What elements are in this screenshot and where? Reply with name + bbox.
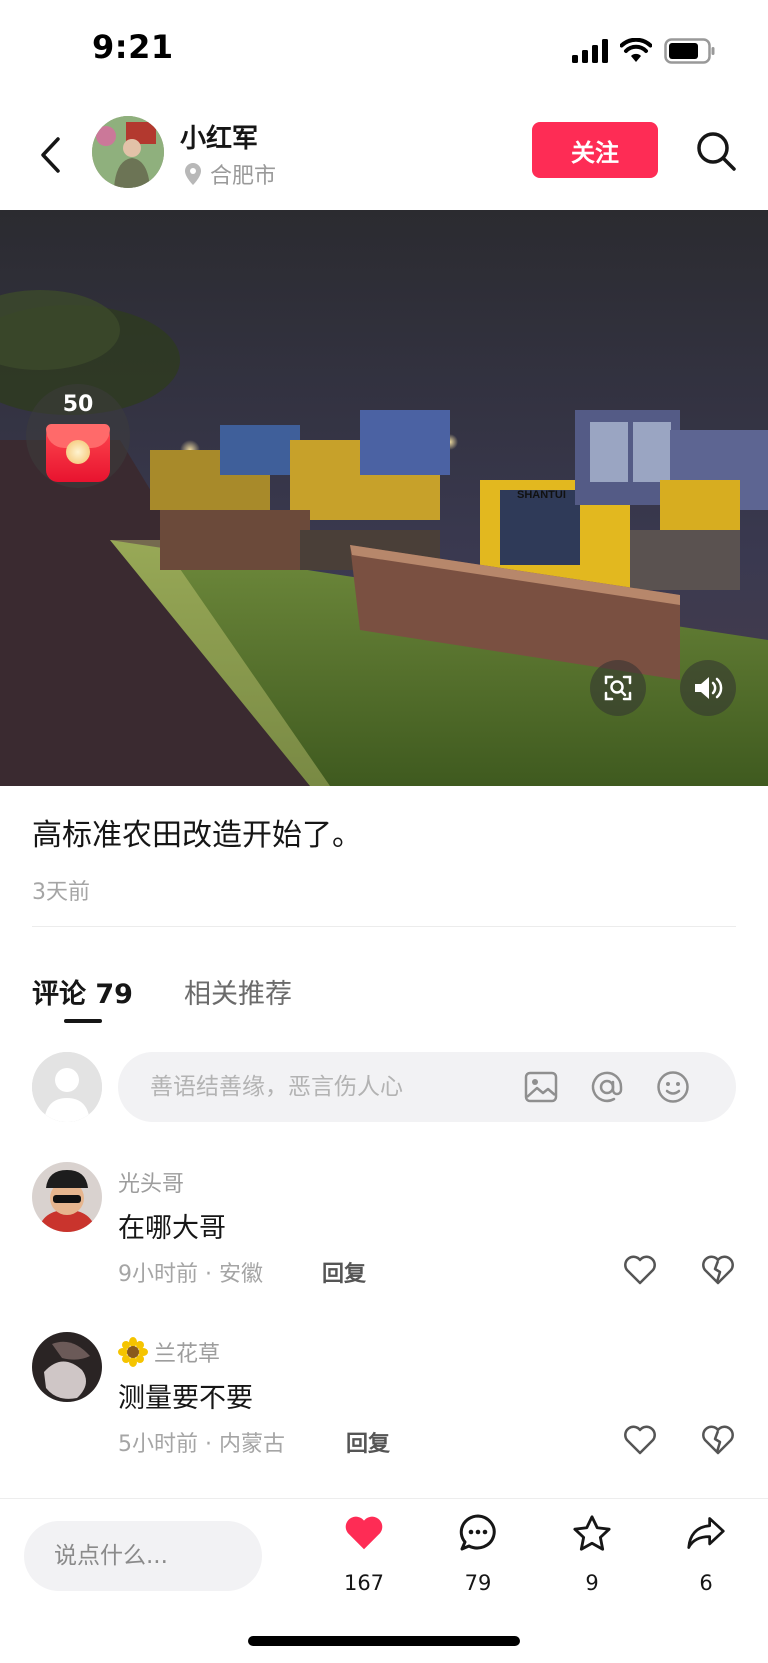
comment-count: 79 bbox=[464, 1571, 492, 1595]
red-packet-icon bbox=[46, 424, 110, 482]
author-name[interactable]: 小红军 bbox=[180, 118, 258, 155]
favorite-button[interactable]: 9 bbox=[552, 1513, 632, 1623]
comment-item: 光头哥 在哪大哥 9小时前 · 安徽 回复 bbox=[0, 1162, 768, 1312]
follow-button[interactable]: 关注 bbox=[532, 122, 658, 178]
divider bbox=[32, 926, 736, 927]
reply-button[interactable]: 回复 bbox=[322, 1256, 366, 1288]
emoji-icon bbox=[657, 1071, 689, 1103]
status-time: 9:21 bbox=[92, 28, 174, 66]
comment-item: 兰花草 测量要不要 5小时前 · 内蒙古 回复 bbox=[0, 1332, 768, 1482]
comment-like-button[interactable] bbox=[620, 1420, 660, 1460]
cellular-signal-icon bbox=[572, 39, 608, 63]
broken-heart-icon bbox=[702, 1255, 734, 1285]
comment-dislike-button[interactable] bbox=[698, 1420, 738, 1460]
say-something-input[interactable] bbox=[24, 1521, 262, 1591]
back-button[interactable] bbox=[30, 130, 70, 180]
tab-comments[interactable]: 评论 79 bbox=[32, 972, 133, 1011]
post-header: 小红军 合肥市 关注 bbox=[0, 100, 768, 210]
red-packet-button[interactable]: 50 bbox=[26, 384, 130, 488]
comment-input-box[interactable] bbox=[118, 1052, 736, 1122]
tab-active-indicator bbox=[64, 1019, 102, 1023]
volume-button[interactable] bbox=[680, 660, 736, 716]
comment-dislike-button[interactable] bbox=[698, 1250, 738, 1290]
image-icon bbox=[524, 1071, 558, 1103]
share-icon bbox=[687, 1517, 725, 1549]
broken-heart-icon bbox=[702, 1425, 734, 1455]
heart-icon bbox=[624, 1255, 656, 1285]
heart-icon bbox=[345, 1516, 383, 1550]
star-icon bbox=[573, 1515, 611, 1551]
status-bar: 9:21 bbox=[0, 0, 768, 100]
share-count: 6 bbox=[699, 1571, 713, 1595]
author-location: 合肥市 bbox=[184, 158, 276, 190]
svg-text:SHANTUI: SHANTUI bbox=[517, 489, 566, 501]
bulldozers-night-photo: SHANTUI bbox=[0, 210, 768, 786]
share-button[interactable]: 6 bbox=[666, 1513, 746, 1623]
insert-image-button[interactable] bbox=[522, 1068, 560, 1106]
comment-meta: 9小时前 · 安徽 bbox=[118, 1262, 263, 1287]
wifi-icon bbox=[620, 38, 652, 62]
battery-icon bbox=[664, 38, 715, 64]
commenter-name[interactable]: 光头哥 bbox=[118, 1166, 184, 1198]
emoji-button[interactable] bbox=[654, 1068, 692, 1106]
scan-icon bbox=[604, 675, 632, 701]
home-indicator[interactable] bbox=[248, 1636, 520, 1646]
comment-button[interactable]: 79 bbox=[438, 1513, 518, 1623]
comment-text: 在哪大哥 bbox=[118, 1213, 226, 1244]
reply-button[interactable]: 回复 bbox=[346, 1426, 390, 1458]
at-icon bbox=[591, 1071, 623, 1103]
favorite-count: 9 bbox=[585, 1571, 599, 1595]
comment-meta: 5小时前 · 内蒙古 bbox=[118, 1432, 285, 1457]
location-pin-icon bbox=[185, 163, 201, 185]
comment-text: 测量要不要 bbox=[118, 1383, 253, 1414]
tab-related[interactable]: 相关推荐 bbox=[184, 972, 292, 1011]
my-avatar bbox=[32, 1052, 102, 1122]
comment-like-button[interactable] bbox=[620, 1250, 660, 1290]
post-image[interactable]: SHANTUI 50 bbox=[0, 210, 768, 786]
author-location-text: 合肥市 bbox=[210, 164, 277, 189]
comment-input[interactable] bbox=[150, 1052, 530, 1122]
search-icon bbox=[697, 132, 736, 171]
commenter-name[interactable]: 兰花草 bbox=[118, 1336, 220, 1368]
search-button[interactable] bbox=[692, 126, 740, 176]
red-packet-count: 50 bbox=[62, 392, 94, 417]
commenter-avatar[interactable] bbox=[32, 1332, 102, 1402]
volume-icon bbox=[695, 677, 723, 699]
sunflower-icon bbox=[118, 1337, 148, 1367]
mention-button[interactable] bbox=[588, 1068, 626, 1106]
commenter-avatar[interactable] bbox=[32, 1162, 102, 1232]
status-icons bbox=[572, 36, 716, 66]
like-button[interactable]: 167 bbox=[324, 1513, 404, 1623]
heart-icon bbox=[624, 1425, 656, 1455]
author-avatar[interactable] bbox=[92, 116, 164, 188]
like-count: 167 bbox=[343, 1571, 385, 1595]
comment-icon bbox=[459, 1514, 496, 1551]
back-icon bbox=[41, 137, 60, 173]
post-caption: 高标准农田改造开始了。 bbox=[32, 818, 362, 853]
post-time: 3天前 bbox=[32, 880, 90, 905]
scan-button[interactable] bbox=[590, 660, 646, 716]
